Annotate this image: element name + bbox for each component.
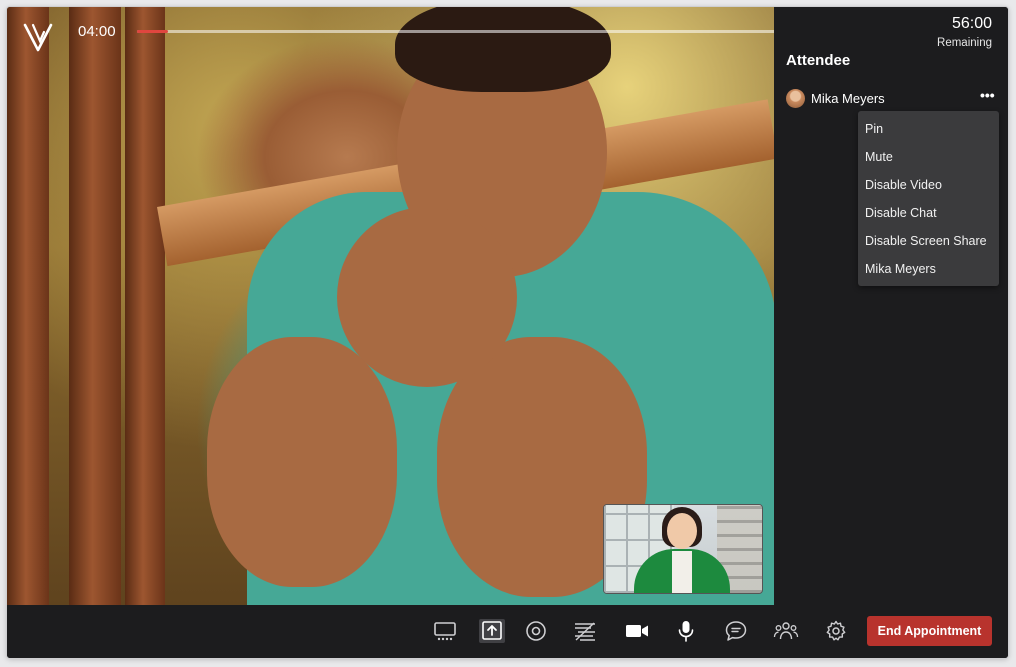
call-toolbar: End Appointment	[7, 605, 1008, 658]
chat-icon	[725, 621, 747, 641]
camera-icon	[626, 625, 648, 637]
participants-icon	[773, 622, 799, 640]
panel-title: Attendee	[786, 52, 851, 69]
screen-share-icon	[482, 621, 502, 640]
menu-item-mute[interactable]: Mute	[858, 143, 999, 171]
attendee-panel: Attendee Mika Meyers ••• Pin Mute Disabl…	[774, 7, 1008, 605]
self-view-video[interactable]	[603, 504, 763, 594]
microphone-icon	[678, 621, 694, 642]
camera-toggle-button[interactable]	[624, 619, 650, 643]
settings-icon	[826, 620, 846, 641]
share-screen-button[interactable]	[479, 619, 505, 643]
participants-button[interactable]	[773, 619, 799, 643]
call-progress-bar[interactable]	[137, 30, 774, 33]
attendee-item[interactable]: Mika Meyers •••	[786, 88, 996, 111]
app-logo-icon	[23, 23, 53, 52]
remaining-time: 56:00	[951, 15, 992, 32]
menu-item-disable-chat[interactable]: Disable Chat	[858, 199, 999, 227]
avatar	[786, 89, 805, 108]
settings-button[interactable]	[823, 619, 849, 643]
video-call-window: 04:00 56:00 Remaining Attendee Mika Meye…	[7, 7, 1008, 658]
video-background	[7, 7, 49, 605]
menu-item-attendee-name[interactable]: Mika Meyers	[858, 255, 999, 283]
call-progress-fill	[137, 30, 169, 33]
more-options-icon[interactable]: •••	[980, 88, 995, 105]
menu-item-disable-video[interactable]: Disable Video	[858, 171, 999, 199]
layout-icon	[434, 622, 456, 641]
remaining-label: Remaining	[937, 37, 992, 49]
record-icon	[526, 621, 546, 641]
microphone-toggle-button[interactable]	[673, 619, 699, 643]
record-button[interactable]	[523, 619, 549, 643]
background-blur-icon	[575, 622, 595, 641]
end-appointment-button[interactable]: End Appointment	[867, 616, 992, 646]
elapsed-time: 04:00	[78, 23, 116, 40]
chat-button[interactable]	[723, 619, 749, 643]
layout-button[interactable]	[432, 619, 458, 643]
background-blur-button[interactable]	[572, 619, 598, 643]
remaining-timer: 56:00 Remaining	[937, 15, 992, 49]
menu-item-pin[interactable]: Pin	[858, 115, 999, 143]
attendee-name: Mika Meyers	[811, 91, 885, 106]
attendee-options-menu: Pin Mute Disable Video Disable Chat Disa…	[858, 111, 999, 286]
menu-item-disable-screen-share[interactable]: Disable Screen Share	[858, 227, 999, 255]
main-video: 04:00	[7, 7, 774, 605]
